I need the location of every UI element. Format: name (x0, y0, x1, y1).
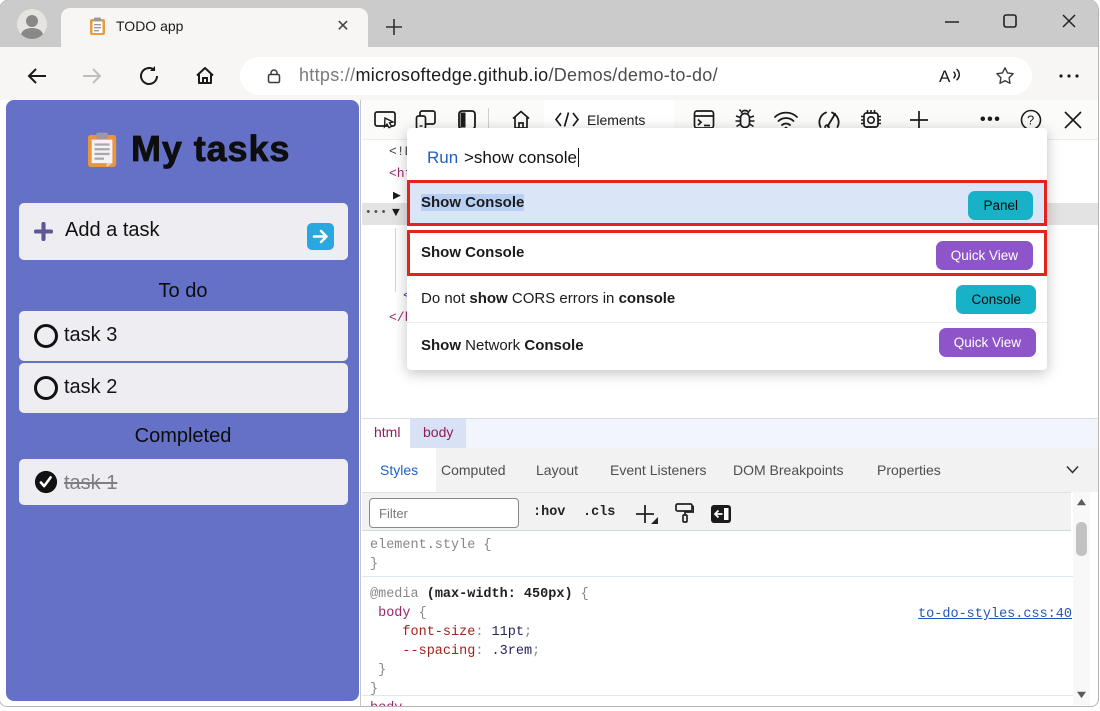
svg-text:?: ? (1027, 113, 1034, 128)
svg-text:A: A (939, 67, 951, 86)
